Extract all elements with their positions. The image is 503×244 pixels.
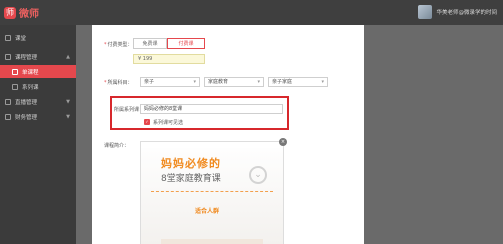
sidebar-item-label: 系列课 <box>22 84 39 91</box>
sidebar-item-course-management[interactable]: 课程管理 ▲ <box>0 50 76 63</box>
sidebar-item-label: 单课程 <box>22 69 39 76</box>
red-highlight-box <box>110 96 289 130</box>
home-icon <box>5 34 11 41</box>
chevron-down-icon: ▼ <box>66 114 70 120</box>
app-window: 师 微师 华美老师@微录学的时间 课堂 课程管理 ▲ 单课程 系列课 直播管理 <box>0 0 503 244</box>
banner-section-title: 适合人群 <box>195 208 220 215</box>
main-content: *付费类型： 免费课 付费课 ¥ 199 *所属科目： 亲子 ▾ 家庭教育 ▾ 亲子… <box>76 25 503 244</box>
sidebar-item-label: 课程管理 <box>15 54 38 61</box>
banner-subtitle: 8堂家庭教育课 <box>161 174 221 184</box>
chevron-down-icon: ▾ <box>257 79 260 85</box>
series-icon <box>12 83 18 90</box>
free-course-option[interactable]: 免费课 <box>133 38 167 49</box>
logo-text: 微师 <box>19 9 39 20</box>
sidebar-item-label: 课堂 <box>15 35 27 42</box>
pricing-label: *付费类型： <box>104 42 133 48</box>
category-select-3[interactable]: 亲子家庭 ▾ <box>268 77 328 87</box>
sidebar-item-classroom[interactable]: 课堂 <box>0 31 76 44</box>
avatar[interactable] <box>418 5 433 19</box>
paid-course-option[interactable]: 付费课 <box>167 38 205 49</box>
price-input[interactable]: ¥ 199 <box>133 54 205 64</box>
logo[interactable]: 师 微师 <box>4 5 39 20</box>
top-bar: 师 微师 华美老师@微录学的时间 <box>0 0 503 25</box>
sidebar: 课堂 课程管理 ▲ 单课程 系列课 直播管理 ▼ 财务管理 ▼ <box>0 25 76 244</box>
user-name: 华美老师@微录学的时间 <box>436 10 497 16</box>
chevron-up-icon: ▲ <box>66 54 70 60</box>
category-label: *所属科目： <box>104 80 133 86</box>
finance-icon <box>5 113 11 120</box>
intro-banner-image: 妈妈必修的 8堂家庭教育课 ⌄ 适合人群 <box>141 148 283 244</box>
book-icon <box>5 53 11 60</box>
logo-icon: 师 <box>4 6 16 19</box>
chevron-down-icon: ▾ <box>321 79 324 85</box>
close-icon[interactable]: × <box>279 138 287 146</box>
sidebar-item-series-course[interactable]: 系列课 <box>0 80 76 93</box>
intro-label: 课程简介： <box>104 143 130 149</box>
sidebar-item-finance-management[interactable]: 财务管理 ▼ <box>0 110 76 123</box>
lesson-icon <box>12 68 18 75</box>
arrow-down-icon: ⌄ <box>249 166 267 184</box>
user-menu[interactable]: 华美老师@微录学的时间 <box>418 5 497 19</box>
live-icon <box>5 98 11 105</box>
sidebar-item-single-course[interactable]: 单课程 <box>0 65 76 78</box>
banner-title: 妈妈必修的 <box>161 157 221 170</box>
category-select-2[interactable]: 家庭教育 ▾ <box>204 77 264 87</box>
chevron-down-icon: ▾ <box>193 79 196 85</box>
intro-editor[interactable]: × 妈妈必修的 8堂家庭教育课 ⌄ 适合人群 <box>140 138 287 244</box>
banner-footer <box>161 239 263 244</box>
sidebar-item-label: 直播管理 <box>15 99 38 106</box>
category-select-1[interactable]: 亲子 ▾ <box>140 77 200 87</box>
sidebar-item-live-management[interactable]: 直播管理 ▼ <box>0 95 76 108</box>
chevron-down-icon: ▼ <box>66 99 70 105</box>
banner-divider <box>151 191 273 192</box>
sidebar-item-label: 财务管理 <box>15 114 38 121</box>
course-form: *付费类型： 免费课 付费课 ¥ 199 *所属科目： 亲子 ▾ 家庭教育 ▾ 亲子… <box>92 25 364 244</box>
